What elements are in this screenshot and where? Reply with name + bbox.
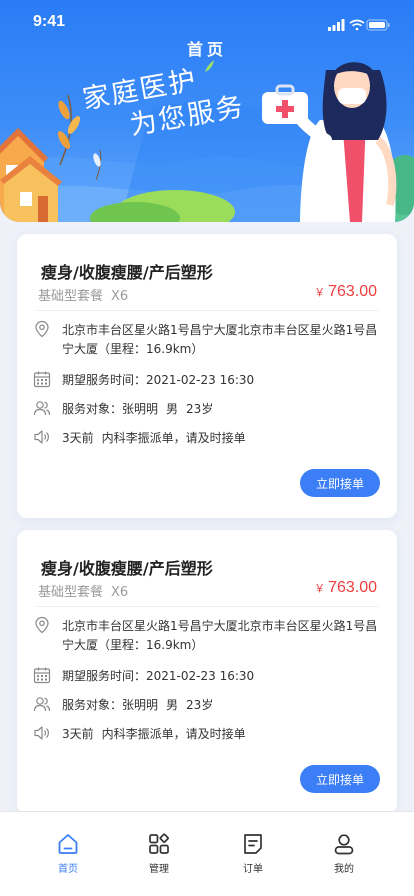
target-label: 服务对象： (62, 402, 123, 416)
status-time: 9:41 (33, 13, 66, 30)
calendar-icon (33, 371, 51, 388)
calendar-icon (33, 667, 51, 684)
battery-icon (366, 19, 390, 31)
speaker-icon (34, 430, 49, 444)
notice-row: 3天前 内科李振派单，请及时接单 (33, 428, 383, 448)
order-price: ￥ 763.00 (314, 579, 377, 597)
bottom-tab-bar: 首页 管理 订单 我的 (0, 811, 414, 896)
users-icon (33, 697, 51, 712)
notice-message: 内科李振派单，请及时接单 (101, 431, 246, 445)
order-package: 基础型套餐 X6 (38, 285, 128, 304)
service-time-row: 期望服务时间：2021-02-23 16:30 (33, 370, 383, 390)
target-row: 服务对象：张明明男 23岁 (33, 399, 383, 419)
currency-symbol: ￥ (314, 583, 326, 595)
address-row: 北京市丰台区星火路1号昌宁大厦北京市丰台区星火路1号昌 宁大厦（里程：16.9k… (33, 616, 383, 656)
target-name: 张明明 (122, 402, 159, 416)
order-package: 基础型套餐 X6 (38, 581, 128, 600)
target-age: 23岁 (186, 402, 214, 416)
notice-message: 内科李振派单，请及时接单 (101, 727, 246, 741)
accept-order-button[interactable]: 立即接单 (300, 469, 380, 497)
package-quantity: X6 (111, 585, 129, 600)
tab-home[interactable]: 首页 (38, 832, 98, 875)
service-time-label: 期望服务时间： (62, 669, 147, 683)
page-title: 首页 (186, 40, 227, 59)
service-time-row: 期望服务时间：2021-02-23 16:30 (33, 666, 383, 686)
tab-label: 管理 (149, 864, 169, 875)
target-row: 服务对象：张明明男 23岁 (33, 695, 383, 715)
signal-icon (328, 19, 345, 31)
order-title: 瘦身/收腹瘦腰/产后塑形 (41, 263, 213, 282)
tab-label: 订单 (243, 864, 263, 875)
address-line-1: 北京市丰台区星火路1号昌宁大厦北京市丰台区星火路1号昌 (62, 619, 378, 633)
target-text: 服务对象：张明明男 23岁 (62, 696, 213, 715)
package-name: 基础型套餐 (38, 289, 104, 304)
package-name: 基础型套餐 (38, 585, 104, 600)
home-icon (58, 834, 78, 854)
notice-row: 3天前 内科李振派单，请及时接单 (33, 724, 383, 744)
service-time-value: 2021-02-23 16:30 (146, 669, 255, 683)
price-value: 763.00 (328, 579, 377, 596)
notice-time: 3天前 (62, 431, 94, 445)
package-quantity: X6 (111, 289, 129, 304)
location-pin-icon (35, 616, 49, 634)
notice-text: 3天前 内科李振派单，请及时接单 (62, 725, 246, 744)
tab-mine[interactable]: 我的 (314, 832, 374, 875)
service-time-value: 2021-02-23 16:30 (146, 373, 255, 387)
target-gender: 男 (166, 698, 179, 712)
address-text: 北京市丰台区星火路1号昌宁大厦北京市丰台区星火路1号昌 宁大厦（里程：16.9k… (62, 617, 377, 655)
target-gender: 男 (166, 402, 179, 416)
tab-orders[interactable]: 订单 (223, 832, 283, 875)
price-value: 763.00 (328, 283, 377, 300)
users-icon (33, 401, 51, 416)
tab-manage[interactable]: 管理 (129, 832, 189, 875)
order-icon (244, 834, 262, 854)
speaker-icon (34, 726, 49, 740)
location-pin-icon (35, 320, 49, 338)
divider (35, 606, 379, 607)
service-time-text: 期望服务时间：2021-02-23 16:30 (62, 667, 254, 686)
target-label: 服务对象： (62, 698, 123, 712)
order-price: ￥ 763.00 (314, 283, 377, 301)
order-card[interactable]: 瘦身/收腹瘦腰/产后塑形 基础型套餐 X6 ￥ 763.00 北京市丰台区星火路1号… (17, 234, 397, 518)
grid-icon (149, 833, 169, 854)
service-time-label: 期望服务时间： (62, 373, 147, 387)
service-time-text: 期望服务时间：2021-02-23 16:30 (62, 371, 254, 390)
order-card[interactable]: 瘦身/收腹瘦腰/产后塑形 基础型套餐 X6 ￥ 763.00 北京市丰台区星火路1号… (17, 530, 397, 814)
address-line-1: 北京市丰台区星火路1号昌宁大厦北京市丰台区星火路1号昌 (62, 323, 378, 337)
address-line-2: 宁大厦（里程：16.9km） (62, 342, 204, 356)
target-name: 张明明 (122, 698, 159, 712)
notice-time: 3天前 (62, 727, 94, 741)
user-icon (334, 834, 354, 855)
address-line-2: 宁大厦（里程：16.9km） (62, 638, 204, 652)
tab-label: 首页 (58, 864, 78, 875)
accept-order-button[interactable]: 立即接单 (300, 765, 380, 793)
order-title: 瘦身/收腹瘦腰/产后塑形 (41, 559, 213, 578)
notice-text: 3天前 内科李振派单，请及时接单 (62, 429, 246, 448)
address-row: 北京市丰台区星火路1号昌宁大厦北京市丰台区星火路1号昌 宁大厦（里程：16.9k… (33, 320, 383, 360)
status-icons (328, 16, 390, 35)
wifi-icon (349, 19, 365, 31)
target-text: 服务对象：张明明男 23岁 (62, 400, 213, 419)
currency-symbol: ￥ (314, 287, 326, 299)
tab-label: 我的 (334, 864, 354, 875)
address-text: 北京市丰台区星火路1号昌宁大厦北京市丰台区星火路1号昌 宁大厦（里程：16.9k… (62, 321, 377, 359)
target-age: 23岁 (186, 698, 214, 712)
divider (35, 310, 379, 311)
